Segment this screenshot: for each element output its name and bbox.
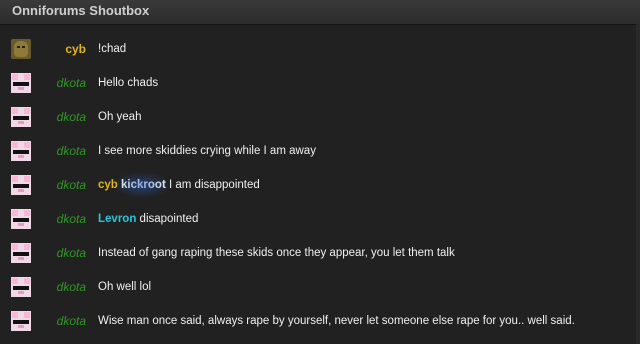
message-text: cyb kickroot I am disappointed <box>98 179 260 191</box>
pig-avatar-icon[interactable] <box>11 141 31 161</box>
username-link[interactable]: dkota <box>31 212 86 226</box>
message-text: Oh well lol <box>98 281 152 293</box>
user-avatar-icon[interactable] <box>11 39 31 59</box>
message-text: I see more skiddies crying while I am aw… <box>98 145 316 157</box>
scrollbar[interactable] <box>636 24 640 344</box>
pig-avatar-icon[interactable] <box>11 243 31 263</box>
message-row: dkota Wise man once said, always rape by… <box>0 304 640 338</box>
mention-cyb[interactable]: cyb <box>98 179 118 191</box>
message-text: Wise man once said, always rape by yours… <box>98 315 575 327</box>
message-row: dkota Oh well lol <box>0 270 640 304</box>
pig-avatar-icon[interactable] <box>11 107 31 127</box>
shoutbox-title: Onniforums Shoutbox <box>0 0 640 25</box>
pig-avatar-icon[interactable] <box>11 311 31 331</box>
message-text-body: disapointed <box>139 213 199 225</box>
username-link[interactable]: dkota <box>31 110 86 124</box>
message-row: dkota I see more skiddies crying while I… <box>0 134 640 168</box>
pig-avatar-icon[interactable] <box>11 277 31 297</box>
message-row: dkota Levron disapointed <box>0 202 640 236</box>
message-text: Instead of gang raping these skids once … <box>98 247 455 259</box>
username-link[interactable]: dkota <box>31 144 86 158</box>
message-text: !chad <box>98 43 127 55</box>
message-row: dkota Oh yeah <box>0 100 640 134</box>
pig-avatar-icon[interactable] <box>11 73 31 93</box>
username-link[interactable]: dkota <box>31 178 86 192</box>
username-link[interactable]: dkota <box>31 280 86 294</box>
message-row: cyb !chad <box>0 32 640 66</box>
mention-kickroot[interactable]: kickroot <box>121 179 166 191</box>
pig-avatar-icon[interactable] <box>11 209 31 229</box>
message-row: dkota Hello chads <box>0 66 640 100</box>
message-text: Oh yeah <box>98 111 142 123</box>
message-list: cyb !chad dkota Hello chads dkota Oh yea… <box>0 32 640 338</box>
message-text: Hello chads <box>98 77 159 89</box>
pig-avatar-icon[interactable] <box>11 175 31 195</box>
username-link[interactable]: cyb <box>31 42 86 56</box>
username-link[interactable]: dkota <box>31 314 86 328</box>
message-text-body: I am disappointed <box>168 179 260 191</box>
message-text: Levron disapointed <box>98 213 198 225</box>
username-link[interactable]: dkota <box>31 76 86 90</box>
message-row: dkota cyb kickroot I am disappointed <box>0 168 640 202</box>
username-link[interactable]: dkota <box>31 246 86 260</box>
mention-levron[interactable]: Levron <box>98 213 136 225</box>
shoutbox-panel: Onniforums Shoutbox cyb !chad dkota Hell… <box>0 0 640 344</box>
message-row: dkota Instead of gang raping these skids… <box>0 236 640 270</box>
